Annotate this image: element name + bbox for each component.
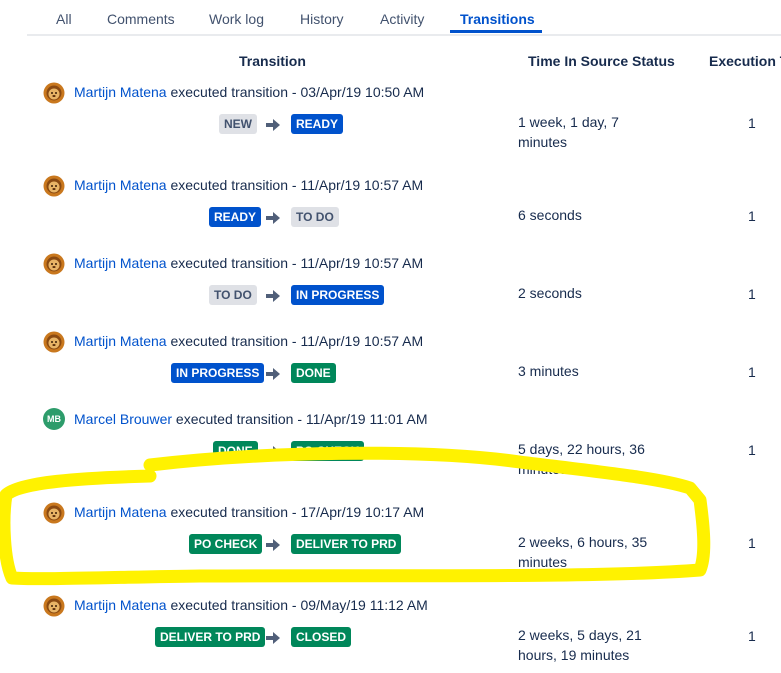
from-status-lozenge: PO CHECK (189, 534, 263, 554)
transition-actor-line: Martijn Matena executed transition - 09/… (74, 597, 428, 613)
user-link[interactable]: Martijn Matena (74, 597, 167, 613)
from-status-lozenge: NEW (219, 114, 257, 134)
arrow-right-icon (266, 119, 280, 131)
user-link[interactable]: Marcel Brouwer (74, 411, 172, 427)
transition-actor-line: Martijn Matena executed transition - 11/… (74, 333, 423, 349)
lion-avatar-icon[interactable] (43, 253, 65, 275)
time-in-source-status: 1 week, 1 day, 7 minutes (518, 114, 619, 150)
arrow-right-icon (266, 368, 280, 380)
user-link[interactable]: Martijn Matena (74, 255, 167, 271)
to-status-lozenge: TO DO (291, 207, 339, 227)
to-status-lozenge: DELIVER TO PRD (291, 534, 402, 554)
lion-avatar-icon[interactable] (43, 595, 65, 617)
arrow-right-icon (266, 539, 280, 551)
transition-actor-line: Martijn Matena executed transition - 11/… (74, 177, 423, 193)
time-in-source-status: 3 minutes (518, 363, 579, 379)
user-link[interactable]: Martijn Matena (74, 177, 167, 193)
from-status-lozenge: DONE (213, 441, 258, 461)
tab-work-log[interactable]: Work log (209, 11, 264, 27)
tab-history[interactable]: History (300, 11, 344, 27)
column-header-execution: Execution T (709, 53, 781, 69)
to-status-lozenge: DONE (291, 363, 336, 383)
to-status-lozenge: READY (291, 114, 344, 134)
arrow-right-icon (266, 290, 280, 302)
user-link[interactable]: Martijn Matena (74, 333, 167, 349)
lion-avatar-icon[interactable] (43, 502, 65, 524)
lion-avatar-icon[interactable] (43, 331, 65, 353)
to-status-lozenge: IN PROGRESS (291, 285, 385, 305)
transition-action-text: executed transition - 11/Apr/19 10:57 AM (170, 333, 424, 349)
tab-transitions[interactable]: Transitions (460, 11, 535, 27)
active-tab-indicator (450, 30, 542, 33)
execution-count: 1 (748, 115, 756, 131)
arrow-right-icon (266, 632, 280, 644)
tab-activity[interactable]: Activity (380, 11, 424, 27)
tab-all[interactable]: All (56, 11, 72, 27)
transition-actor-line: Martijn Matena executed transition - 17/… (74, 504, 424, 520)
to-status-lozenge: PO CHECK (291, 441, 365, 461)
transition-actor-line: Martijn Matena executed transition - 11/… (74, 255, 423, 271)
time-in-source-status: 5 days, 22 hours, 36 minutes (518, 441, 645, 477)
arrow-right-icon (266, 212, 280, 224)
time-in-source-status: 2 weeks, 6 hours, 35 minutes (518, 534, 648, 570)
time-in-source-status: 6 seconds (518, 207, 582, 223)
user-link[interactable]: Martijn Matena (74, 84, 167, 100)
arrow-right-icon (266, 446, 280, 458)
from-status-lozenge: DELIVER TO PRD (155, 627, 266, 647)
from-status-lozenge: TO DO (209, 285, 257, 305)
execution-count: 1 (748, 442, 756, 458)
execution-count: 1 (748, 208, 756, 224)
execution-count: 1 (748, 535, 756, 551)
execution-count: 1 (748, 628, 756, 644)
time-in-source-status: 2 seconds (518, 285, 582, 301)
transition-actor-line: Marcel Brouwer executed transition - 11/… (74, 411, 428, 427)
to-status-lozenge: CLOSED (291, 627, 352, 647)
user-initials-avatar[interactable]: MB (43, 408, 65, 430)
transition-action-text: executed transition - 17/Apr/19 10:17 AM (170, 504, 425, 520)
transition-action-text: executed transition - 09/May/19 11:12 AM (170, 597, 428, 613)
transition-action-text: executed transition - 11/Apr/19 10:57 AM (170, 255, 424, 271)
execution-count: 1 (748, 286, 756, 302)
lion-avatar-icon[interactable] (43, 175, 65, 197)
column-header-transition: Transition (239, 53, 306, 69)
lion-avatar-icon[interactable] (43, 82, 65, 104)
user-link[interactable]: Martijn Matena (74, 504, 167, 520)
time-in-source-status: 2 weeks, 5 days, 21 hours, 19 minutes (518, 627, 642, 663)
activity-tabs: All Comments Work log History Activity T… (27, 0, 781, 36)
column-header-time-in-source: Time In Source Status (528, 53, 675, 69)
tab-comments[interactable]: Comments (107, 11, 175, 27)
from-status-lozenge: READY (209, 207, 262, 227)
transition-action-text: executed transition - 03/Apr/19 10:50 AM (170, 84, 425, 100)
transition-action-text: executed transition - 11/Apr/19 10:57 AM (170, 177, 424, 193)
transition-actor-line: Martijn Matena executed transition - 03/… (74, 84, 424, 100)
execution-count: 1 (748, 364, 756, 380)
from-status-lozenge: IN PROGRESS (171, 363, 265, 383)
transition-action-text: executed transition - 11/Apr/19 11:01 AM (175, 411, 428, 427)
